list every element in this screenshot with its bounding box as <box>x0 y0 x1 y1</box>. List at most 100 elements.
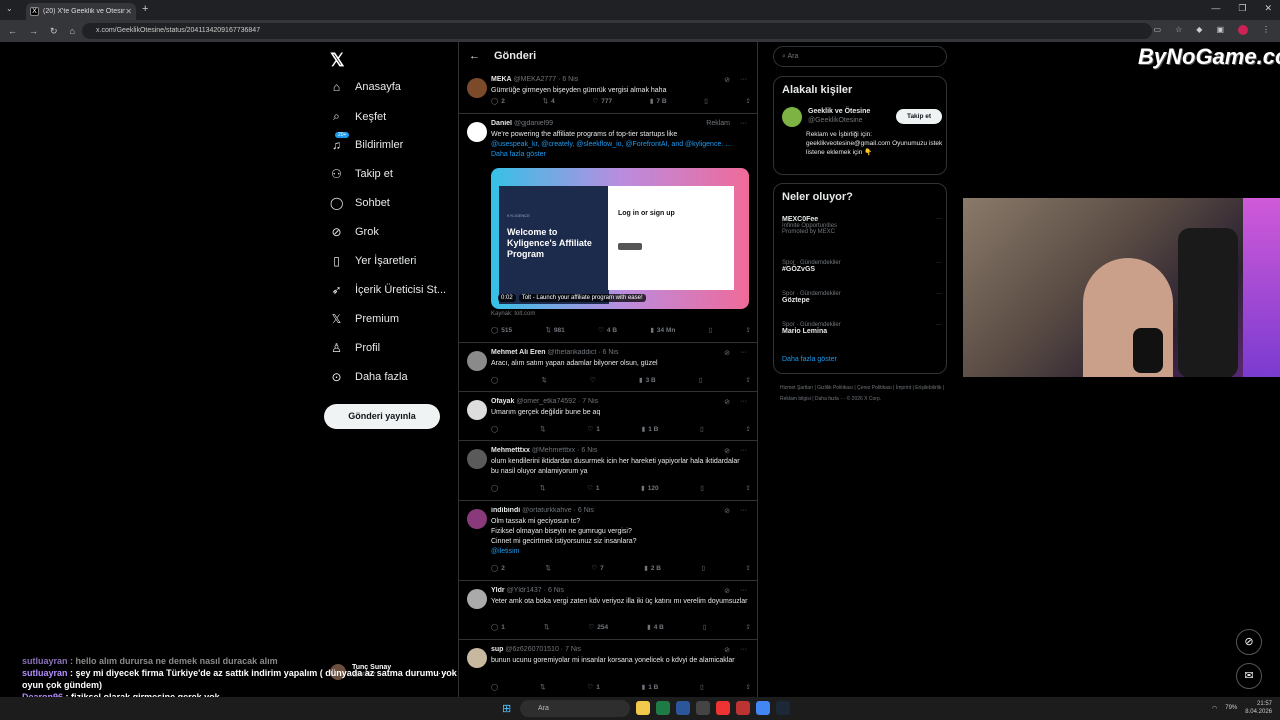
url-field[interactable]: x.com/GeeklikOtesine/status/204113420916… <box>82 23 1152 39</box>
bookmark-icon[interactable]: ▯ <box>709 326 713 334</box>
nav-explore[interactable]: ⌕ Keşfet <box>330 109 386 124</box>
views-button[interactable]: ▮ 1 B <box>642 683 659 692</box>
like-button[interactable]: ♡ <box>590 376 596 384</box>
grok-icon[interactable]: ⊘ <box>724 646 730 654</box>
reply-button[interactable]: ◯ 2 <box>491 564 505 573</box>
grok-icon[interactable]: ⊘ <box>724 398 730 406</box>
trend-item[interactable]: MEXC0Fee Infinite Opportunities Promoted… <box>782 216 942 235</box>
bookmark-icon[interactable]: ▯ <box>700 425 704 433</box>
word-icon[interactable] <box>676 701 690 715</box>
share-icon[interactable]: ⇪ <box>746 97 751 105</box>
profile-avatar[interactable] <box>1238 25 1248 35</box>
nav-grok[interactable]: ⊘ Grok <box>330 225 378 239</box>
home-browser-icon[interactable]: ⌂ <box>70 26 75 37</box>
browser-tab[interactable]: X (20) X'te Geeklik ve Ötesine: " ✕ <box>26 3 136 20</box>
like-button[interactable]: ♡ 4 B <box>598 326 617 335</box>
like-button[interactable]: ♡ 777 <box>592 97 612 106</box>
views-button[interactable]: ▮ 2 B <box>644 564 661 573</box>
retweet-button[interactable]: ⇅ 4 <box>543 97 555 106</box>
mention-links[interactable]: @usespeak_kr, @creately, @sleekflow_io, … <box>491 141 731 148</box>
mention-link[interactable]: @iletisim <box>491 548 520 555</box>
show-more-link[interactable]: Daha fazla göster <box>491 151 546 158</box>
messages-fab-button[interactable]: ✉ <box>1236 663 1262 689</box>
steam-icon[interactable] <box>776 701 790 715</box>
bookmark-icon[interactable]: ▯ <box>703 623 707 631</box>
like-button[interactable]: ♡ 1 <box>587 484 599 493</box>
app-icon[interactable] <box>696 701 710 715</box>
bookmark-icon[interactable]: ▯ <box>701 564 705 572</box>
retweet-button[interactable]: ⇅ <box>545 564 550 572</box>
retweet-button[interactable]: ⇅ <box>540 425 545 433</box>
share-icon[interactable]: ⇪ <box>746 683 751 691</box>
post-button[interactable]: Gönderi yayınla <box>324 404 440 429</box>
views-button[interactable]: ▮ 1 B <box>642 425 659 434</box>
menu-icon[interactable]: ⋮ <box>1262 25 1270 35</box>
extension-icon[interactable]: ◆ <box>1196 25 1202 35</box>
like-button[interactable]: ♡ 1 <box>587 683 599 692</box>
views-button[interactable]: ▮ 120 <box>641 484 658 493</box>
taskbar-search[interactable]: Ara <box>520 700 630 717</box>
tweet[interactable]: Mehmetttxx @Mehmetttxx · 6 Nis ⊘ ··· olum… <box>459 441 757 501</box>
grok-icon[interactable]: ⊘ <box>724 76 730 84</box>
tweet[interactable]: MEKA @MEKA2777 · 6 Nis ⊘ ··· Gümrüğe girm… <box>459 70 757 114</box>
like-button[interactable]: ♡ 7 <box>591 564 603 573</box>
more-icon[interactable]: ··· <box>740 507 747 515</box>
reload-icon[interactable]: ↻ <box>50 26 58 37</box>
ad-source[interactable]: Kaynak: tolt.com <box>491 311 535 317</box>
x-logo-icon[interactable]: 𝕏 <box>330 50 345 71</box>
tweet[interactable]: Ofayak @omer_etka74592 · 7 Nis ⊘ ··· Umar… <box>459 392 757 441</box>
nav-notifications[interactable]: ♫ 20+ Bildirimler <box>330 132 403 152</box>
reply-button[interactable]: ◯ <box>491 376 498 384</box>
tweet[interactable]: sup @6z6260701510 · 7 Nis ⊘ ··· bunun ucu… <box>459 640 757 697</box>
retweet-button[interactable]: ⇅ 981 <box>545 326 564 335</box>
star-icon[interactable]: ☆ <box>1175 25 1182 35</box>
bookmark-icon[interactable]: ▯ <box>700 683 704 691</box>
share-icon[interactable]: ⇪ <box>746 564 751 572</box>
more-icon[interactable]: ··· <box>936 260 942 266</box>
search-input[interactable]: ⌕ Ara <box>773 46 947 67</box>
retweet-button[interactable]: ⇅ <box>540 484 545 492</box>
ad-video[interactable]: KYLIGENCE Welcome to Kyligence's Affiliat… <box>491 168 749 309</box>
retweet-button[interactable]: ⇅ <box>540 683 545 691</box>
show-more-link[interactable]: Daha fazla göster <box>782 356 837 363</box>
reply-button[interactable]: ◯ 1 <box>491 623 505 632</box>
reply-button[interactable]: ◯ <box>491 683 498 691</box>
share-icon[interactable]: ⇪ <box>746 326 751 334</box>
back-arrow-icon[interactable]: ← <box>469 50 480 62</box>
more-icon[interactable]: ··· <box>740 447 747 455</box>
chrome-icon[interactable] <box>756 701 770 715</box>
follow-button[interactable]: Takip et <box>896 109 942 124</box>
nav-chat[interactable]: ◯ Sohbet <box>330 196 390 210</box>
close-tab-icon[interactable]: ✕ <box>125 7 132 16</box>
views-button[interactable]: ▮ 34 Mn <box>650 326 675 335</box>
grok-icon[interactable]: ⊘ <box>724 349 730 357</box>
more-icon[interactable]: ··· <box>740 349 747 357</box>
views-button[interactable]: ▮ 3 B <box>639 376 656 385</box>
minimize-icon[interactable]: — <box>1211 3 1220 14</box>
like-button[interactable]: ♡ 1 <box>587 425 599 434</box>
footer-links[interactable]: Hizmet Şartları | Gizlilik Politikası | … <box>780 383 950 405</box>
reply-button[interactable]: ◯ <box>491 425 498 433</box>
views-button[interactable]: ▮ 7 B <box>650 97 667 106</box>
cast-icon[interactable]: ▭ <box>1154 25 1162 35</box>
more-icon[interactable]: ··· <box>936 322 942 328</box>
grok-icon[interactable]: ⊘ <box>724 587 730 595</box>
excel-icon[interactable] <box>656 701 670 715</box>
bookmark-icon[interactable]: ▯ <box>699 376 703 384</box>
share-icon[interactable]: ⇪ <box>745 623 750 631</box>
retweet-button[interactable]: ⇅ <box>541 376 546 384</box>
more-icon[interactable]: ··· <box>740 646 747 654</box>
nav-more[interactable]: ⊙ Daha fazla <box>330 370 407 384</box>
reply-button[interactable]: ◯ 515 <box>491 326 512 335</box>
reply-button[interactable]: ◯ <box>491 484 498 492</box>
bookmark-icon[interactable]: ▯ <box>700 484 704 492</box>
more-icon[interactable]: ··· <box>740 120 747 127</box>
back-icon[interactable]: ← <box>8 26 17 37</box>
tweet[interactable]: Yldr @Yldr1437 · 6 Nis ⊘ ··· Yeter amk ot… <box>459 581 757 640</box>
tweet[interactable]: Mehmet Ali Eren @thetankaddict · 6 Nis ⊘… <box>459 343 757 392</box>
puzzle-icon[interactable]: ▣ <box>1216 25 1224 35</box>
new-tab-icon[interactable]: + <box>142 3 148 15</box>
explorer-icon[interactable] <box>636 701 650 715</box>
maximize-icon[interactable]: ❐ <box>1238 3 1246 14</box>
share-icon[interactable]: ⇪ <box>745 484 750 492</box>
